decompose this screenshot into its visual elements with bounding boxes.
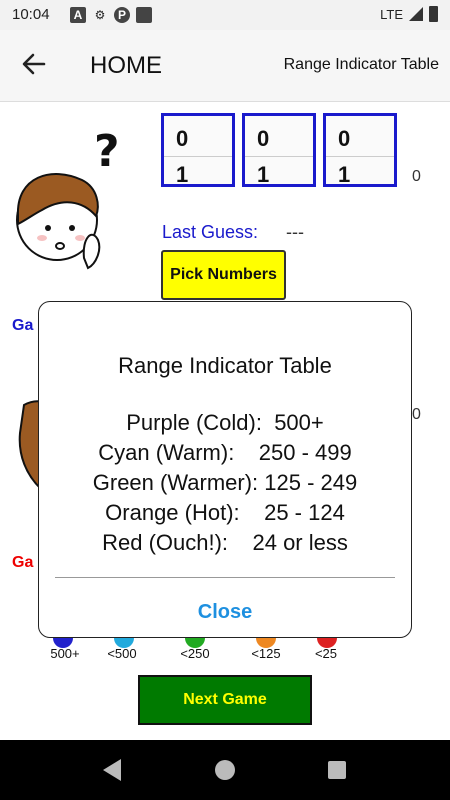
- signal-icon: [409, 7, 423, 21]
- digit-box-2[interactable]: 0 1: [242, 113, 316, 187]
- status-icons: A ⚙ P: [70, 7, 152, 23]
- next-game-button[interactable]: Next Game: [138, 675, 312, 725]
- nav-home-icon[interactable]: [215, 760, 235, 780]
- back-arrow-icon[interactable]: [20, 50, 50, 80]
- digit-divider: [326, 156, 394, 157]
- range-table-menu-button[interactable]: Range Indicator Table: [284, 56, 439, 74]
- game-label-red: Ga: [12, 554, 34, 571]
- screen: 10:04 A ⚙ P LTE HOME Range Indicator Tab…: [0, 0, 450, 800]
- system-nav-bar: [0, 740, 450, 800]
- nav-recents-icon[interactable]: [328, 761, 346, 779]
- digit-2-next: 1: [257, 162, 270, 187]
- dialog-row-orange: Orange (Hot): 25 - 124: [105, 500, 345, 525]
- legend-label-under250: <250: [180, 646, 210, 661]
- gear-icon: ⚙: [94, 8, 106, 22]
- legend-label-under500: <500: [107, 646, 137, 661]
- nav-back-icon[interactable]: [103, 759, 121, 781]
- guess-count: 0: [412, 168, 421, 185]
- app-bar: HOME Range Indicator Table: [0, 30, 450, 102]
- dialog-row-purple: Purple (Cold): 500+: [126, 410, 324, 435]
- dialog-row-red: Red (Ouch!): 24 or less: [102, 530, 348, 555]
- digit-3-next: 1: [338, 162, 351, 187]
- last-guess-label: Last Guess:: [162, 222, 259, 242]
- digit-divider: [245, 156, 313, 157]
- last-guess-value: ---: [286, 222, 304, 242]
- digit-box-3[interactable]: 0 1: [323, 113, 397, 187]
- dialog-row-green: Green (Warmer): 125 - 249: [92, 470, 358, 495]
- p-icon: P: [114, 7, 130, 23]
- dialog-row-cyan: Cyan (Warm): 250 - 499: [98, 440, 352, 465]
- back-arrow-svg: [22, 53, 46, 75]
- digit-3-value: 0: [338, 126, 351, 151]
- sd-card-icon: [136, 7, 152, 23]
- digit-1-value: 0: [176, 126, 189, 151]
- status-right: LTE: [380, 6, 438, 22]
- svg-text:?: ?: [94, 128, 120, 177]
- digit-divider: [164, 156, 232, 157]
- thinking-child-image: ?: [16, 128, 120, 270]
- second-count: 0: [412, 406, 421, 423]
- legend-label-500plus: 500+: [50, 646, 80, 661]
- game-label-blue: Ga: [12, 317, 34, 334]
- digit-1-next: 1: [176, 162, 189, 187]
- page-title: HOME: [90, 52, 162, 79]
- status-time: 10:04: [12, 6, 50, 23]
- battery-icon: [429, 6, 438, 22]
- status-bar: 10:04 A ⚙ P LTE: [0, 0, 450, 30]
- network-label: LTE: [380, 6, 403, 22]
- a-icon: A: [70, 7, 86, 23]
- digit-box-1[interactable]: 0 1: [161, 113, 235, 187]
- dialog-divider: [55, 577, 395, 578]
- pick-numbers-button[interactable]: Pick Numbers: [161, 250, 286, 300]
- digit-2-value: 0: [257, 126, 270, 151]
- range-indicator-dialog: Range Indicator Table Purple (Cold): 500…: [38, 301, 412, 638]
- close-button[interactable]: Close: [39, 601, 411, 624]
- dialog-title: Range Indicator Table: [118, 353, 332, 378]
- legend-label-under125: <125: [251, 646, 281, 661]
- legend-label-under25: <25: [314, 646, 338, 661]
